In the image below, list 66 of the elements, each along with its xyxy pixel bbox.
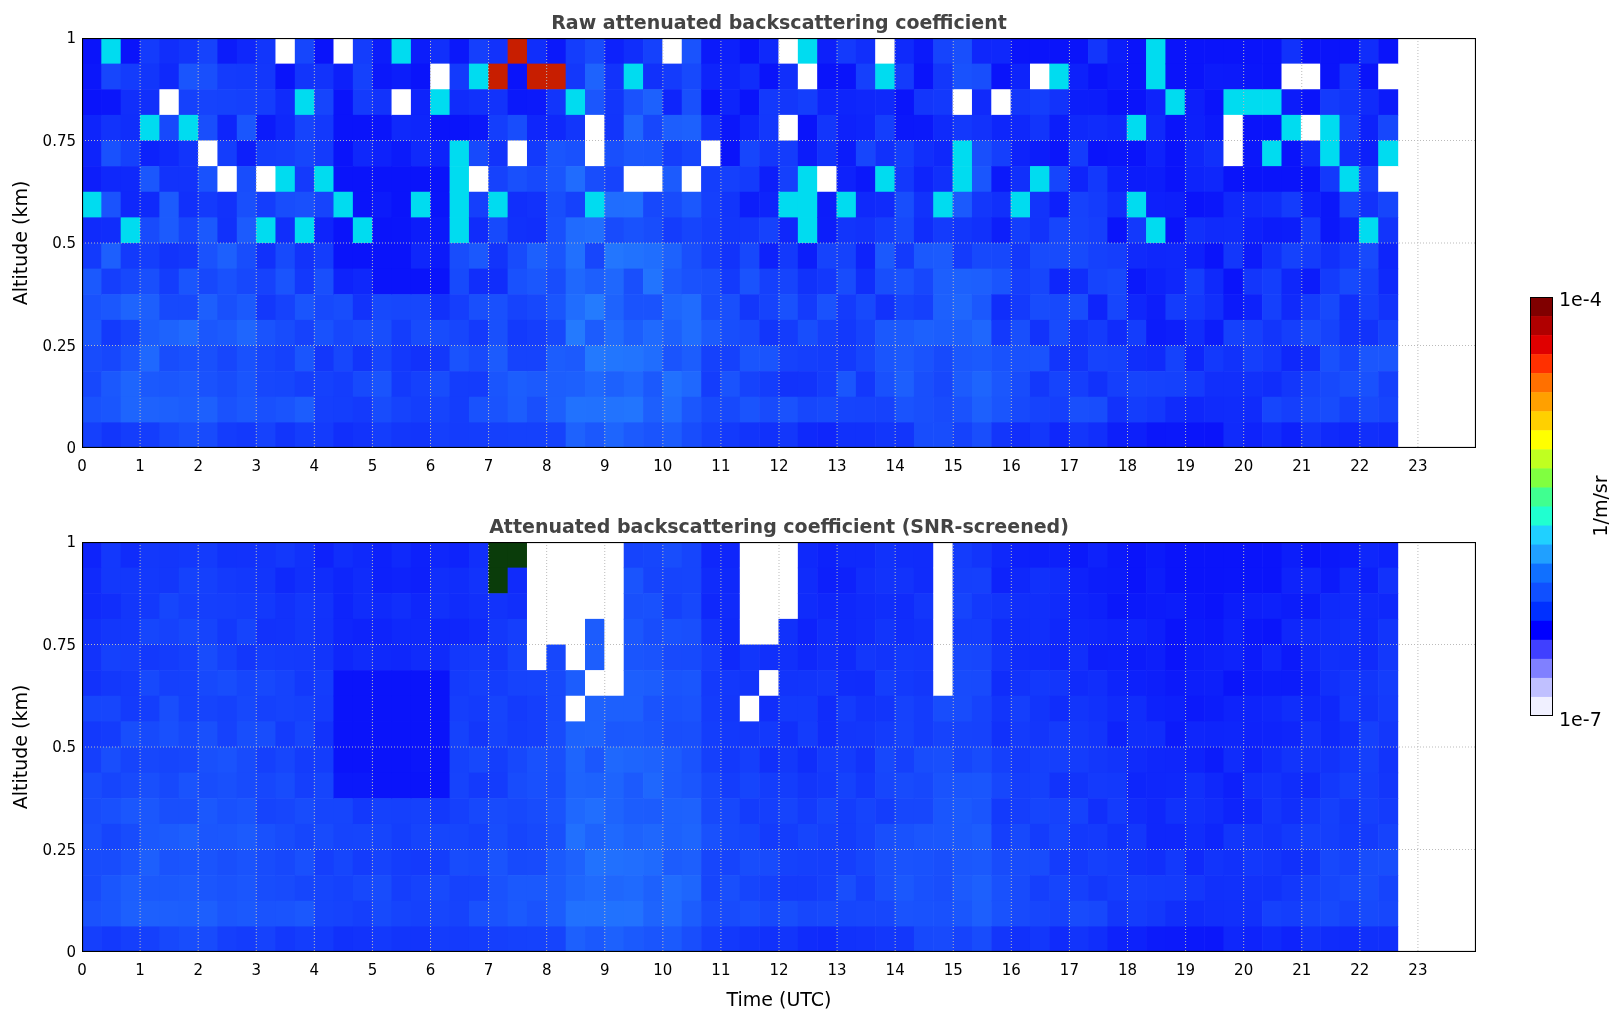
- x-tick-label: 12: [769, 960, 789, 981]
- x-tick-label: 4: [309, 960, 320, 981]
- chart-title: Raw attenuated backscattering coefficient: [550, 10, 1008, 35]
- x-tick-label: 9: [600, 960, 610, 981]
- colorbar-unit-label: 1/m/sr: [1587, 475, 1612, 537]
- x-tick-label: 20: [1234, 960, 1254, 981]
- colorbar-max-label: 1e-4: [1559, 287, 1602, 312]
- x-tick-label: 18: [1117, 456, 1138, 477]
- x-tick-label: 17: [1059, 456, 1079, 477]
- x-tick-label: 6: [425, 960, 436, 981]
- colorbar-min-label: 1e-7: [1559, 707, 1602, 732]
- y-tick-label: 1: [66, 531, 76, 553]
- x-tick-label: 13: [827, 456, 847, 477]
- x-tick-label: 23: [1408, 960, 1428, 981]
- x-tick-label: 11: [711, 960, 731, 981]
- x-tick-label: 3: [251, 960, 261, 981]
- x-tick-label: 4: [309, 456, 320, 477]
- x-tick-label: 16: [1001, 960, 1021, 981]
- x-tick-label: 5: [367, 960, 378, 981]
- x-tick-label: 8: [541, 456, 552, 477]
- x-tick-label: 0: [77, 456, 87, 477]
- x-tick-label: 22: [1350, 960, 1370, 981]
- x-tick-label: 2: [193, 960, 203, 981]
- y-tick-label: 1: [66, 27, 76, 49]
- x-tick-label: 15: [943, 960, 963, 981]
- y-axis-label: Altitude (km): [7, 684, 32, 810]
- x-tick-label: 20: [1234, 456, 1254, 477]
- x-tick-label: 23: [1408, 456, 1428, 477]
- x-tick-label: 21: [1292, 960, 1312, 981]
- x-tick-label: 1: [135, 960, 145, 981]
- x-tick-label: 12: [769, 456, 789, 477]
- x-tick-label: 1: [135, 456, 145, 477]
- x-tick-label: 19: [1176, 960, 1196, 981]
- x-tick-label: 14: [885, 456, 905, 477]
- y-tick-label: 0: [66, 941, 76, 963]
- x-tick-label: 19: [1176, 456, 1196, 477]
- y-tick-label: 0.75: [42, 130, 76, 152]
- x-tick-label: 14: [885, 960, 905, 981]
- x-tick-label: 21: [1292, 456, 1312, 477]
- x-tick-label: 22: [1350, 456, 1370, 477]
- x-tick-label: 8: [541, 960, 552, 981]
- x-tick-label: 3: [251, 456, 261, 477]
- x-axis-label: Time (UTC): [725, 987, 833, 1012]
- x-tick-label: 17: [1059, 960, 1079, 981]
- x-tick-label: 9: [600, 456, 610, 477]
- y-tick-label: 0.5: [52, 232, 76, 254]
- x-tick-label: 5: [367, 456, 378, 477]
- x-tick-label: 16: [1001, 456, 1021, 477]
- x-tick-label: 7: [483, 456, 494, 477]
- x-tick-label: 10: [653, 960, 673, 981]
- x-tick-label: 2: [193, 456, 203, 477]
- chart-title: Attenuated backscattering coefficient (SNR-screened): [488, 514, 1070, 539]
- y-tick-label: 0.25: [42, 839, 76, 861]
- x-tick-label: 7: [483, 960, 494, 981]
- y-tick-label: 0.25: [42, 335, 76, 357]
- x-tick-label: 15: [943, 456, 963, 477]
- x-tick-label: 13: [827, 960, 847, 981]
- x-tick-label: 0: [77, 960, 87, 981]
- x-tick-label: 10: [653, 456, 673, 477]
- y-axis-label: Altitude (km): [7, 180, 32, 306]
- y-tick-label: 0.75: [42, 634, 76, 656]
- y-tick-label: 0.5: [52, 736, 76, 758]
- y-tick-label: 0: [66, 437, 76, 459]
- x-tick-label: 11: [711, 456, 731, 477]
- x-tick-label: 6: [425, 456, 436, 477]
- x-tick-label: 18: [1117, 960, 1138, 981]
